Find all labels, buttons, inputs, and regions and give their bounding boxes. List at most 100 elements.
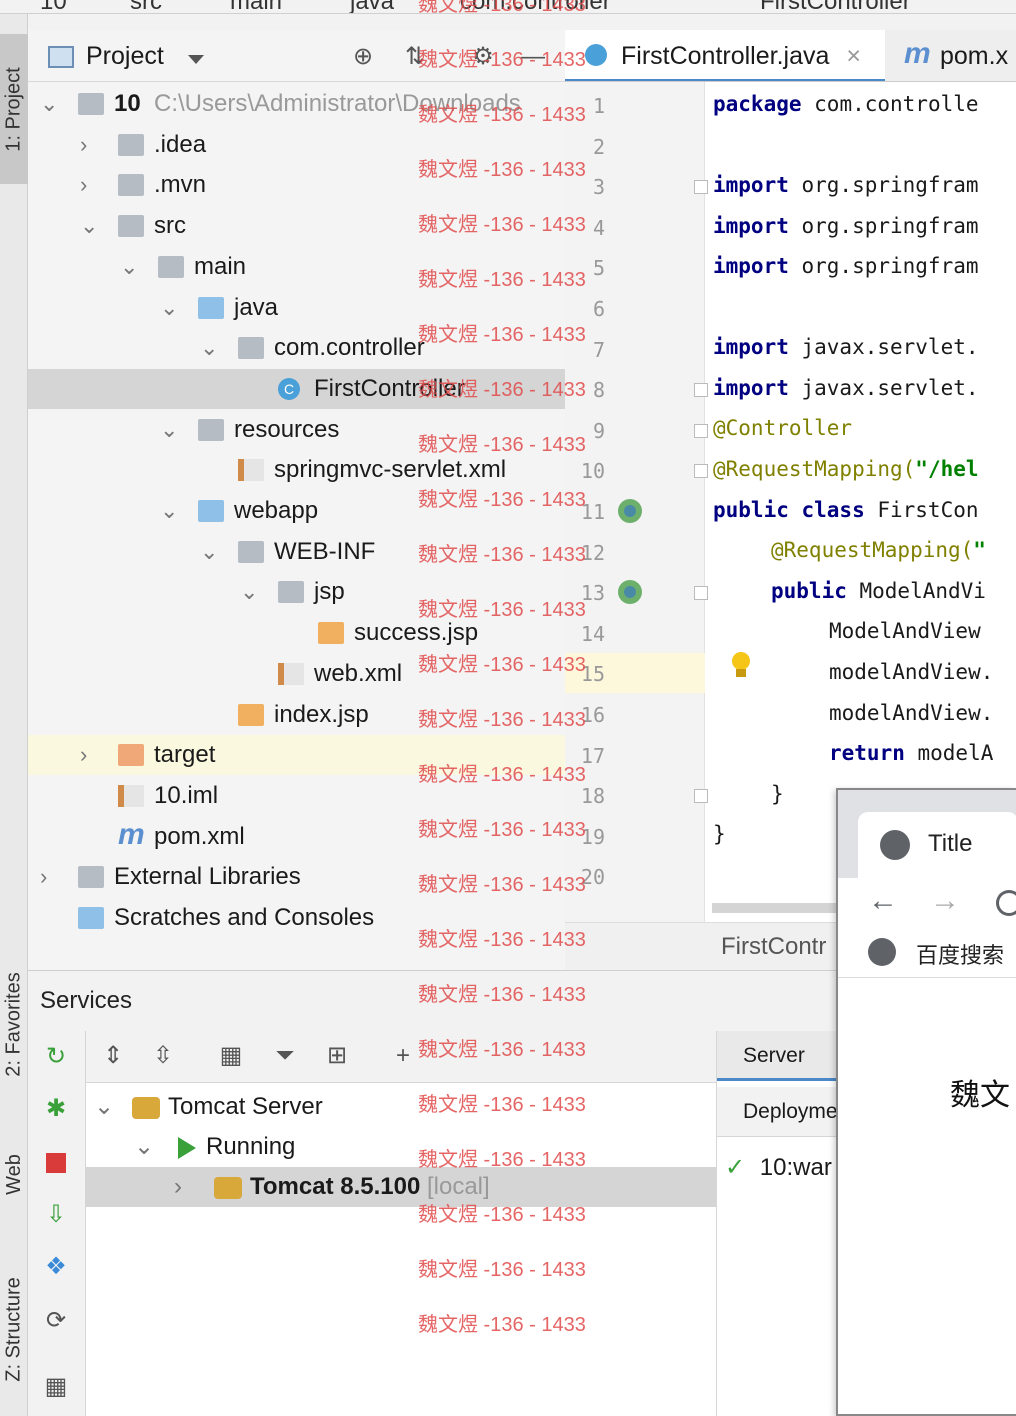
tree-node[interactable]: ⌄ jsp	[28, 572, 565, 612]
editor-breadcrumb-label[interactable]: FirstContr	[721, 933, 826, 961]
breadcrumb-item[interactable]: 10	[40, 0, 67, 13]
tree-node[interactable]: ⌄ 10 C:\Users\Administrator\Downloads	[28, 84, 565, 124]
lightbulb-icon[interactable]	[730, 652, 752, 680]
chevron-right-icon[interactable]: ›	[80, 125, 100, 165]
project-panel-header: Project ⊕ ⇅ ⚙ —	[28, 30, 565, 82]
spring-bean-gutter-icon[interactable]	[618, 580, 642, 604]
collapse-all-icon[interactable]: ⇳	[148, 1041, 178, 1071]
deployment-item[interactable]: ✓ 10:war	[725, 1153, 832, 1182]
horizontal-scrollbar[interactable]	[712, 903, 842, 913]
chevron-down-icon[interactable]: ⌄	[200, 328, 220, 368]
deployment-tab[interactable]: Deployme	[717, 1087, 836, 1137]
fold-marker-icon[interactable]	[694, 586, 708, 600]
tree-node[interactable]: ⌄ com.controller	[28, 328, 565, 368]
collapse-all-icon[interactable]: ⇅	[400, 42, 430, 72]
layout-icon[interactable]: ▦	[42, 1373, 70, 1401]
chevron-down-icon[interactable]: ⌄	[120, 247, 140, 287]
chevron-down-icon[interactable]: ⌄	[80, 206, 100, 246]
chevron-down-icon[interactable]: ⌄	[134, 1127, 154, 1167]
fold-marker-icon[interactable]	[694, 383, 708, 397]
breadcrumb-item[interactable]: com.controller	[460, 0, 611, 13]
tool-tab-favorites[interactable]: 2: Favorites	[0, 944, 28, 1104]
service-node-tomcat-instance[interactable]: › Tomcat 8.5.100 [local]	[86, 1167, 716, 1207]
tree-node[interactable]: › .idea	[28, 125, 565, 165]
tool-tab-structure[interactable]: Z: Structure	[0, 1254, 28, 1404]
iml-file-icon	[118, 784, 144, 807]
chevron-down-icon[interactable]: ⌄	[160, 288, 180, 328]
chevron-right-icon[interactable]: ›	[174, 1167, 182, 1207]
chevron-right-icon[interactable]: ›	[40, 857, 60, 897]
chevron-down-icon[interactable]: ⌄	[200, 532, 220, 572]
tree-node[interactable]: C FirstController	[28, 368, 565, 409]
fold-marker-icon[interactable]	[694, 424, 708, 438]
tree-node[interactable]: web.xml	[28, 654, 565, 694]
project-view-selector[interactable]: Project	[86, 42, 164, 71]
hide-icon[interactable]: —	[518, 42, 548, 72]
tree-node[interactable]: success.jsp	[28, 613, 565, 653]
refresh-icon[interactable]: ⟳	[42, 1307, 70, 1335]
tree-node[interactable]: › External Libraries	[28, 857, 565, 897]
browser-tab[interactable]: Title	[858, 812, 1016, 878]
rerun-icon[interactable]: ↻	[42, 1043, 70, 1071]
forward-arrow-icon[interactable]: →	[930, 884, 960, 918]
locate-icon[interactable]: ⊕	[348, 42, 378, 72]
stop-icon[interactable]	[42, 1149, 70, 1177]
spring-bean-gutter-icon[interactable]	[618, 499, 642, 523]
tree-node[interactable]: ⌄ src	[28, 206, 565, 246]
tool-tab-web[interactable]: Web	[0, 1124, 28, 1224]
tree-node[interactable]: ⌄ main	[28, 247, 565, 287]
tree-node[interactable]: › target	[28, 735, 565, 776]
expand-all-icon[interactable]: ⇕	[98, 1041, 128, 1071]
tree-node[interactable]: Scratches and Consoles	[28, 898, 565, 938]
gear-icon[interactable]: ⚙	[468, 42, 498, 72]
reload-icon[interactable]	[996, 890, 1016, 916]
chevron-down-icon[interactable]: ⌄	[94, 1087, 114, 1127]
back-arrow-icon[interactable]: ←	[868, 884, 898, 918]
server-tab[interactable]: Server	[717, 1031, 836, 1081]
filter-icon[interactable]: ⏷	[270, 1041, 300, 1071]
tree-node[interactable]: ⌄ WEB-INF	[28, 532, 565, 572]
chevron-down-icon[interactable]: ⌄	[160, 491, 180, 531]
bookmark-item[interactable]: 百度搜索	[916, 938, 1004, 970]
service-node-tomcat-server[interactable]: ⌄ Tomcat Server	[86, 1087, 716, 1127]
tree-node[interactable]: index.jsp	[28, 695, 565, 735]
tree-node-label: pom.xml	[154, 822, 245, 850]
add-service-icon[interactable]: +	[388, 1041, 418, 1071]
tree-node[interactable]: m pom.xml	[28, 817, 565, 857]
close-icon[interactable]: ×	[846, 42, 861, 70]
breadcrumb-item[interactable]: FirstController	[760, 0, 911, 13]
tree-node[interactable]: 10.iml	[28, 776, 565, 816]
service-node-running[interactable]: ⌄ Running	[86, 1127, 716, 1167]
editor-tab-firstcontroller[interactable]: FirstController.java ×	[565, 30, 885, 81]
chevron-down-icon[interactable]: ⌄	[240, 572, 260, 612]
breadcrumb-item[interactable]: main	[230, 0, 282, 13]
code-line-16: modelAndView.	[829, 701, 994, 725]
code-line-14: ModelAndView	[829, 619, 981, 643]
chevron-right-icon[interactable]: ›	[80, 735, 100, 775]
debug-icon[interactable]: ✱	[42, 1095, 70, 1123]
fold-marker-icon[interactable]	[694, 464, 708, 478]
tree-node[interactable]: ⌄ resources	[28, 410, 565, 450]
editor-tab-pom[interactable]: m pom.x	[900, 30, 1016, 81]
fold-marker-icon[interactable]	[694, 180, 708, 194]
artifacts-icon[interactable]: ❖	[42, 1253, 70, 1281]
tree-node[interactable]: ⌄ webapp	[28, 491, 565, 531]
chevron-right-icon[interactable]: ›	[80, 165, 100, 205]
line-number: 10	[580, 459, 605, 484]
tree-node[interactable]: ⌄ java	[28, 288, 565, 328]
new-tab-icon[interactable]: ⊞	[322, 1041, 352, 1071]
browser-toolbar: ← →	[838, 878, 1016, 928]
breadcrumb-item[interactable]: java	[350, 0, 394, 13]
tree-node[interactable]: springmvc-servlet.xml	[28, 450, 565, 490]
chevron-down-icon[interactable]	[188, 55, 204, 64]
tree-node[interactable]: › .mvn	[28, 165, 565, 205]
chevron-down-icon[interactable]: ⌄	[40, 84, 60, 124]
left-tool-strip: 1: Project 2: Favorites Web Z: Structure	[0, 14, 28, 1416]
deploy-icon[interactable]: ⇩	[42, 1201, 70, 1229]
browser-window: Title ← → 百度搜索 魏文	[836, 788, 1016, 1416]
breadcrumb-item[interactable]: src	[130, 0, 162, 13]
tool-tab-project[interactable]: 1: Project	[0, 34, 28, 184]
fold-marker-icon[interactable]	[694, 789, 708, 803]
chevron-down-icon[interactable]: ⌄	[160, 410, 180, 450]
group-by-icon[interactable]: ▦	[216, 1041, 246, 1071]
